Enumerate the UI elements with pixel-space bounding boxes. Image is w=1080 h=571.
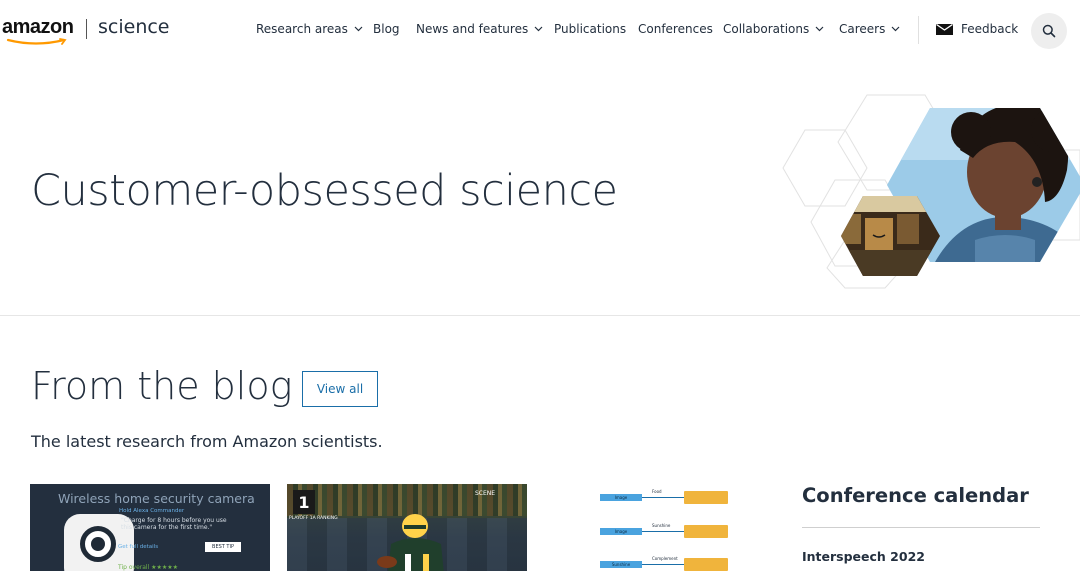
hero-title: Customer-obsessed science	[31, 166, 618, 216]
nav-label: Research areas	[256, 22, 348, 36]
blog-card-diagram[interactable]: Image Food Image Sunshine Sunshine Compl…	[590, 484, 740, 571]
diagram-label: Food	[652, 489, 662, 494]
nav-publications[interactable]: Publications	[554, 22, 626, 36]
diagram-box: Image	[600, 494, 642, 501]
scene-tag: SCENE	[475, 490, 496, 497]
stadium-crowd	[287, 484, 527, 516]
diagram-connector	[642, 531, 684, 532]
nav-label: Conferences	[638, 22, 713, 36]
nav-research-areas[interactable]: Research areas	[256, 22, 363, 36]
view-all-button[interactable]: View all	[302, 371, 378, 407]
diagram-box: Image	[600, 528, 642, 535]
diagram-connector	[642, 564, 684, 565]
amazon-smile-icon	[6, 38, 67, 45]
card-image-title: Wireless home security camera	[58, 491, 255, 506]
chevron-down-icon	[891, 26, 900, 32]
chevron-down-icon	[534, 26, 543, 32]
blog-card-football[interactable]: 1 PLAYOFF 1A RANKING SCENE	[287, 484, 527, 571]
site-header: amazon science Research areas Blog News …	[0, 0, 1080, 62]
nav-careers[interactable]: Careers	[839, 22, 900, 36]
card-quote: "Charge for 8 hours before you use this c…	[121, 517, 227, 531]
chevron-down-icon	[815, 26, 824, 32]
card-quote-line2: this camera for the first time."	[121, 524, 213, 531]
nav-label: Collaborations	[723, 22, 810, 36]
conference-calendar-title: Conference calendar	[802, 484, 1029, 507]
nav-conferences[interactable]: Conferences	[638, 22, 713, 36]
card-rating: Tip overall ★★★★★	[118, 564, 179, 571]
best-tip-badge: BEST TIP	[205, 542, 241, 552]
card-details-link: Get full details	[118, 544, 159, 550]
diagram-image-strip	[684, 525, 728, 538]
nav-collaborations[interactable]: Collaborations	[723, 22, 824, 36]
search-icon	[1042, 24, 1056, 38]
diagram-label: Complement	[652, 556, 678, 561]
nav-label: News and features	[416, 22, 529, 36]
nav-label: Blog	[373, 22, 400, 36]
nav-label: Careers	[839, 22, 886, 36]
camera-lens-center	[91, 537, 105, 551]
envelope-icon	[936, 23, 953, 35]
blog-subtitle: The latest research from Amazon scientis…	[31, 432, 383, 451]
brand-science: science	[98, 16, 170, 38]
brand-separator	[86, 19, 87, 39]
nav-label: Publications	[554, 22, 627, 36]
feedback-label: Feedback	[961, 22, 1019, 36]
diagram-row: Image Sunshine	[600, 523, 730, 539]
section-divider	[0, 315, 1080, 316]
search-button[interactable]	[1031, 13, 1067, 49]
diagram-box: Sunshine	[600, 561, 642, 568]
diagram-label: Sunshine	[652, 523, 671, 528]
hero-hexagon-collage	[782, 94, 1080, 289]
card-label: Hold Alexa Commander	[119, 508, 185, 514]
football-player-illustration	[377, 514, 444, 571]
diagram-image-strip	[684, 558, 728, 571]
nav-news-and-features[interactable]: News and features	[416, 22, 543, 36]
blog-card-security-camera[interactable]: Wireless home security camera Hold Alexa…	[30, 484, 270, 571]
nav-divider	[918, 16, 919, 44]
diagram-image-strip	[684, 491, 728, 504]
conference-item-interspeech[interactable]: Interspeech 2022	[802, 549, 925, 564]
brand-amazon: amazon	[2, 16, 74, 38]
ranking-label: PLAYOFF 1A RANKING	[289, 516, 338, 521]
nav-blog[interactable]: Blog	[373, 22, 400, 36]
conference-divider	[802, 527, 1040, 528]
ranking-number: 1	[293, 490, 315, 514]
chevron-down-icon	[354, 26, 363, 32]
diagram-row: Sunshine Complement	[600, 556, 730, 571]
blog-section-title: From the blog	[31, 364, 293, 408]
diagram-connector	[642, 497, 684, 498]
card-quote-line1: "Charge for 8 hours before you use	[121, 517, 227, 524]
feedback-button[interactable]: Feedback	[936, 22, 1018, 36]
diagram-row: Image Food	[600, 489, 730, 505]
